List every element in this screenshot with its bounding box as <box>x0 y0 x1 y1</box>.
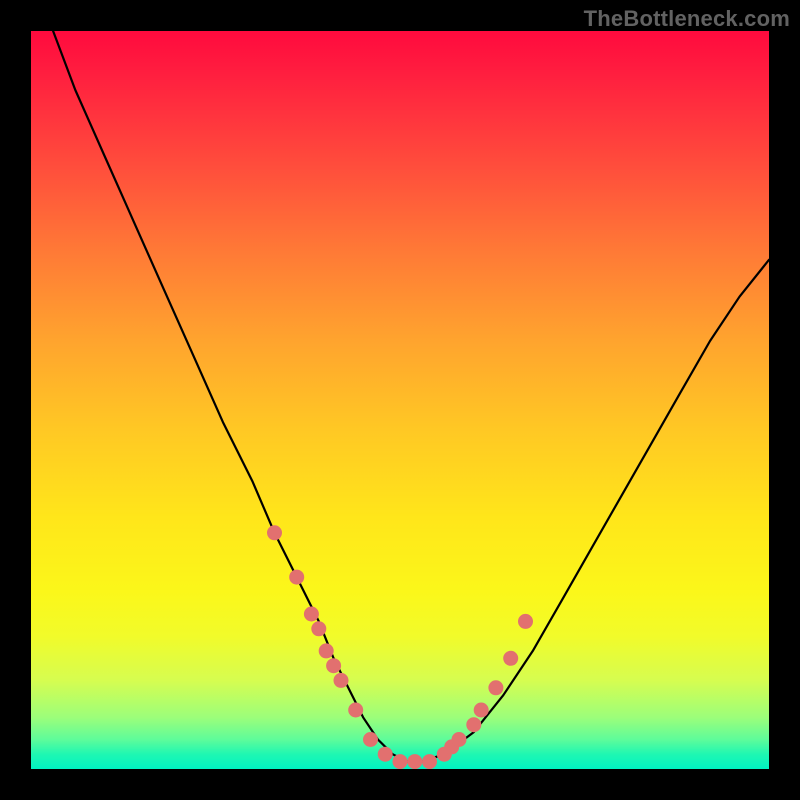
chart-plot-area <box>31 31 769 769</box>
highlight-dot <box>334 673 349 688</box>
highlight-dot <box>363 732 378 747</box>
highlight-dot <box>378 747 393 762</box>
chart-svg <box>31 31 769 769</box>
highlight-dot <box>422 754 437 769</box>
highlight-dot <box>407 754 422 769</box>
highlight-dot <box>289 570 304 585</box>
highlight-dot <box>452 732 467 747</box>
highlight-dot <box>503 651 518 666</box>
bottleneck-curve-line <box>53 31 769 762</box>
highlight-dot <box>311 621 326 636</box>
highlight-dot <box>326 658 341 673</box>
highlight-dot <box>304 607 319 622</box>
watermark-text: TheBottleneck.com <box>584 6 790 32</box>
highlight-dot <box>348 703 363 718</box>
highlight-dot <box>518 614 533 629</box>
highlight-dot <box>466 717 481 732</box>
highlight-dot <box>488 680 503 695</box>
highlight-dot <box>393 754 408 769</box>
highlight-dot <box>267 525 282 540</box>
highlight-dots-group <box>267 525 533 769</box>
highlight-dot <box>319 643 334 658</box>
highlight-dot <box>474 703 489 718</box>
chart-frame: TheBottleneck.com <box>0 0 800 800</box>
